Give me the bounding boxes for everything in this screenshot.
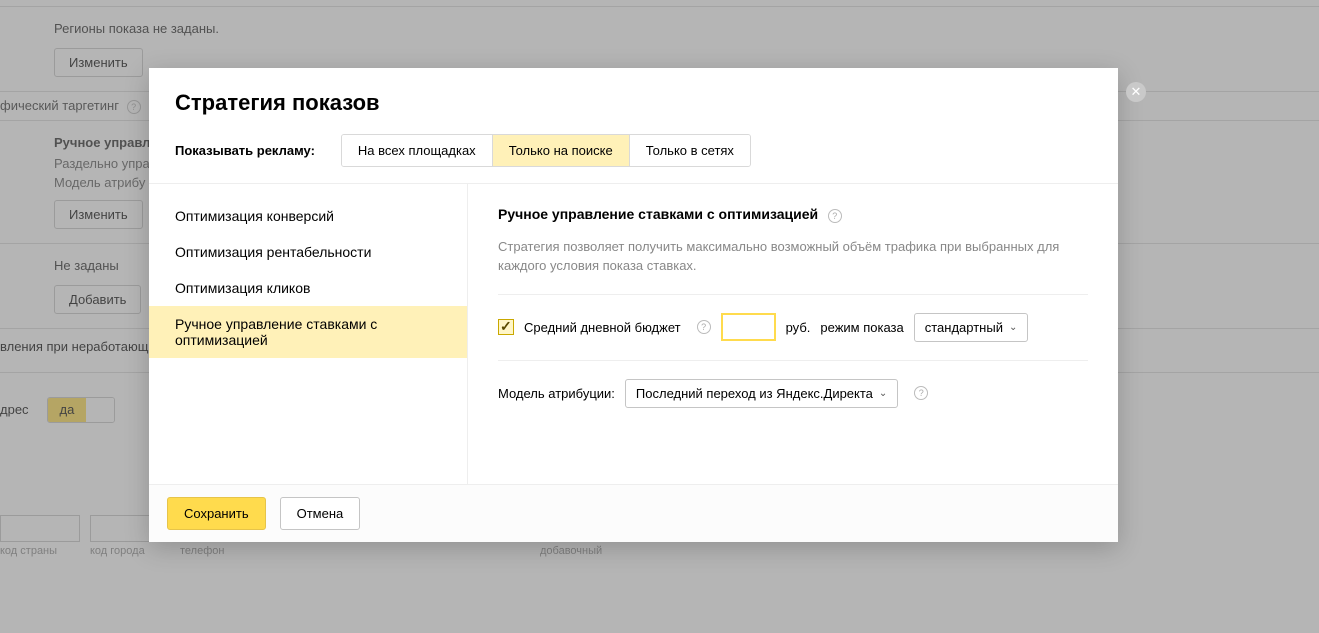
- sidebar-item-manual[interactable]: Ручное управление ставками с оптимизацие…: [149, 306, 467, 358]
- attribution-label: Модель атрибуции:: [498, 386, 615, 401]
- daily-budget-label: Средний дневной бюджет: [524, 320, 681, 335]
- close-icon[interactable]: ✕: [1126, 82, 1146, 102]
- show-ads-label: Показывать рекламу:: [175, 143, 315, 158]
- strategy-modal: ✕ Стратегия показов Показывать рекламу: …: [149, 68, 1118, 542]
- mode-label: режим показа: [820, 320, 903, 335]
- save-button[interactable]: Сохранить: [167, 497, 266, 530]
- currency-label: руб.: [786, 320, 811, 335]
- daily-budget-input[interactable]: [721, 313, 776, 341]
- cancel-button[interactable]: Отмена: [280, 497, 361, 530]
- sidebar-item-roi[interactable]: Оптимизация рентабельности: [149, 234, 467, 270]
- daily-budget-checkbox[interactable]: [498, 319, 514, 335]
- chevron-down-icon: ⌄: [1009, 322, 1017, 333]
- sidebar-item-clicks[interactable]: Оптимизация кликов: [149, 270, 467, 306]
- modal-footer: Сохранить Отмена: [149, 484, 1118, 542]
- attribution-select[interactable]: Последний переход из Яндекс.Директа ⌄: [625, 379, 898, 408]
- pane-title: Ручное управление ставками с оптимизацие…: [498, 206, 818, 222]
- segment-search[interactable]: Только на поиске: [492, 135, 629, 166]
- chevron-down-icon: ⌄: [879, 388, 887, 399]
- show-mode-select[interactable]: стандартный ⌄: [914, 313, 1029, 342]
- help-icon[interactable]: ?: [828, 209, 842, 223]
- attribution-value: Последний переход из Яндекс.Директа: [636, 386, 873, 401]
- segment-networks[interactable]: Только в сетях: [629, 135, 750, 166]
- placement-segment: На всех площадках Только на поиске Тольк…: [341, 134, 751, 167]
- show-mode-value: стандартный: [925, 320, 1003, 335]
- sidebar-item-conversions[interactable]: Оптимизация конверсий: [149, 198, 467, 234]
- strategy-pane: Ручное управление ставками с оптимизацие…: [468, 184, 1118, 484]
- segment-all[interactable]: На всех площадках: [342, 135, 492, 166]
- help-icon[interactable]: ?: [914, 386, 928, 400]
- strategy-sidebar: Оптимизация конверсий Оптимизация рентаб…: [149, 184, 468, 484]
- modal-body: Оптимизация конверсий Оптимизация рентаб…: [149, 183, 1118, 484]
- pane-description: Стратегия позволяет получить максимально…: [498, 237, 1088, 276]
- modal-title: Стратегия показов: [175, 90, 1092, 116]
- help-icon[interactable]: ?: [697, 320, 711, 334]
- modal-header: Стратегия показов Показывать рекламу: На…: [149, 68, 1118, 183]
